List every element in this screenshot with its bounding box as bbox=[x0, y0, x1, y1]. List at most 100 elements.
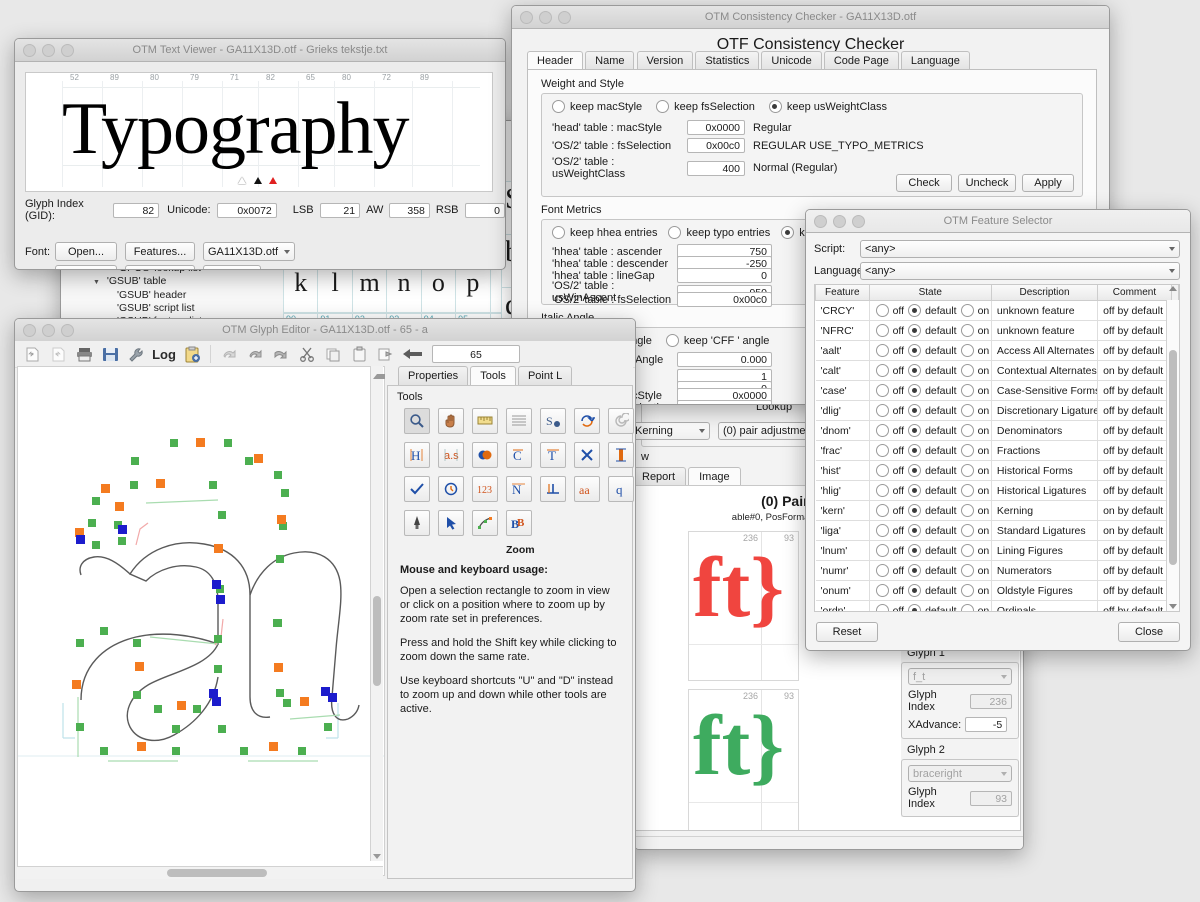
tab-tools[interactable]: Tools bbox=[470, 366, 516, 385]
state-on-radio[interactable] bbox=[960, 604, 974, 611]
keep-typo-radio[interactable] bbox=[668, 226, 682, 239]
state-off-radio[interactable] bbox=[875, 304, 889, 317]
window-controls[interactable] bbox=[814, 215, 865, 228]
apply-button[interactable]: Apply bbox=[1022, 174, 1074, 192]
copy-icon[interactable] bbox=[320, 341, 346, 367]
state-off-radio[interactable] bbox=[875, 484, 889, 497]
head-macstyle-input[interactable]: 0x0000 bbox=[687, 120, 745, 135]
interpolate-tool-icon[interactable]: N bbox=[506, 476, 532, 502]
state-default-radio[interactable] bbox=[908, 584, 922, 597]
keep-macstyle-radio[interactable] bbox=[552, 100, 565, 113]
keep-usweightclass-radio[interactable] bbox=[768, 100, 782, 113]
gid-input[interactable]: 82 bbox=[113, 202, 160, 218]
lookup-type-select[interactable]: Kerning bbox=[635, 422, 710, 440]
history-tool-icon[interactable] bbox=[438, 476, 464, 502]
state-default-radio[interactable] bbox=[908, 424, 922, 437]
state-default-radio[interactable] bbox=[908, 344, 922, 357]
rotate-tool-icon[interactable] bbox=[574, 408, 600, 434]
os2-usweightclass-input[interactable]: 400 bbox=[687, 160, 745, 176]
aw-input[interactable]: 358 bbox=[389, 202, 430, 218]
bluezones-tool-icon[interactable]: BB bbox=[506, 510, 532, 536]
node-edit-tool-icon[interactable] bbox=[472, 510, 498, 536]
state-on-radio[interactable] bbox=[960, 484, 974, 497]
os2-fsselection-input[interactable]: 0x00c0 bbox=[687, 138, 745, 153]
state-on-radio[interactable] bbox=[960, 584, 974, 597]
pair-preview-red[interactable]: 236 93 ft} bbox=[688, 531, 799, 681]
edit-button[interactable]: Edit... bbox=[55, 265, 117, 269]
minimize-button[interactable] bbox=[42, 324, 55, 337]
cell-state[interactable]: off default on bbox=[869, 460, 992, 481]
state-default-radio[interactable] bbox=[908, 484, 922, 497]
cell-state[interactable]: off default on bbox=[869, 500, 992, 521]
zoom-tool-icon[interactable] bbox=[404, 408, 430, 434]
cell-state[interactable]: off default on bbox=[869, 320, 992, 341]
minimize-button[interactable] bbox=[833, 215, 846, 228]
cell-state[interactable]: off default on bbox=[869, 580, 992, 601]
tools-panel[interactable]: Properties Tools Point L Tools S H a.s C… bbox=[385, 366, 634, 879]
state-on-radio[interactable] bbox=[960, 444, 974, 457]
state-default-radio[interactable] bbox=[908, 404, 922, 417]
state-off-radio[interactable] bbox=[875, 444, 889, 457]
state-on-radio[interactable] bbox=[960, 544, 974, 557]
revert-icon[interactable] bbox=[268, 341, 294, 367]
state-on-radio[interactable] bbox=[960, 324, 974, 337]
state-on-radio[interactable] bbox=[960, 424, 974, 437]
tab-name[interactable]: Name bbox=[585, 51, 635, 70]
uncheck-button[interactable]: Uncheck bbox=[958, 174, 1016, 192]
state-default-radio[interactable] bbox=[908, 464, 922, 477]
feature-table[interactable]: Feature State Description Comment 'CRCY'… bbox=[815, 285, 1179, 611]
keep-cff-angle-radio[interactable] bbox=[665, 334, 679, 347]
state-off-radio[interactable] bbox=[875, 404, 889, 417]
settings-wrench-icon[interactable] bbox=[123, 341, 149, 367]
check-tool-icon[interactable] bbox=[404, 476, 430, 502]
table-row[interactable]: 'frac' off default on Fractions off by defaul… bbox=[815, 440, 1179, 461]
rsb-input[interactable]: 0 bbox=[464, 202, 505, 218]
state-on-radio[interactable] bbox=[960, 304, 974, 317]
baseline-tool-icon[interactable] bbox=[540, 476, 566, 502]
glyph-editor-titlebar[interactable]: OTM Glyph Editor - GA11X13D.otf - 65 - a bbox=[15, 319, 635, 342]
cell-state[interactable]: off default on bbox=[869, 600, 992, 611]
cell-state[interactable]: off default on bbox=[869, 380, 992, 401]
tab-header[interactable]: Header bbox=[527, 51, 584, 70]
glyph-outline-canvas[interactable] bbox=[17, 366, 385, 876]
state-on-radio[interactable] bbox=[960, 404, 974, 417]
close-button[interactable] bbox=[23, 44, 36, 57]
glyph1-xadvance-input[interactable]: -5 bbox=[965, 717, 1008, 732]
descender-tool-icon[interactable]: q bbox=[608, 476, 634, 502]
kerning-pair-tool-icon[interactable]: aa bbox=[574, 476, 600, 502]
state-default-radio[interactable] bbox=[908, 304, 922, 317]
cell-state[interactable]: off default on bbox=[869, 560, 992, 581]
paste-special-icon[interactable] bbox=[372, 341, 398, 367]
back-arrow-icon[interactable] bbox=[398, 341, 428, 367]
state-on-radio[interactable] bbox=[960, 524, 974, 537]
cell-state[interactable]: off default on bbox=[869, 520, 992, 541]
zoom-button[interactable] bbox=[852, 215, 865, 228]
cut-icon[interactable] bbox=[294, 341, 320, 367]
pan-hand-tool-icon[interactable] bbox=[438, 408, 464, 434]
window-controls[interactable] bbox=[23, 44, 74, 57]
serif-tool-icon[interactable]: T bbox=[540, 442, 566, 468]
table-row[interactable]: 'numr' off default on Numerators off by defau… bbox=[815, 560, 1179, 581]
glyph-editor-window[interactable]: OTM Glyph Editor - GA11X13D.otf - 65 - a… bbox=[14, 318, 636, 892]
glyph1-name-select[interactable]: f_t bbox=[908, 668, 1012, 685]
state-off-radio[interactable] bbox=[875, 584, 889, 597]
language-select[interactable]: <any> bbox=[860, 262, 1180, 280]
cell-state[interactable]: off default on bbox=[869, 300, 992, 321]
state-off-radio[interactable] bbox=[875, 524, 889, 537]
state-off-radio[interactable] bbox=[875, 364, 889, 377]
tab-properties[interactable]: Properties bbox=[398, 366, 469, 385]
contrast-tool-icon[interactable] bbox=[472, 442, 498, 468]
close-button[interactable] bbox=[520, 11, 533, 24]
glyph-editor-toolbar[interactable]: Log 65 bbox=[15, 341, 635, 368]
table-row[interactable]: 'aalt' off default on Access All Alternates o… bbox=[815, 340, 1179, 361]
state-off-radio[interactable] bbox=[875, 464, 889, 477]
tab-report[interactable]: Report bbox=[635, 467, 687, 486]
cell-state[interactable]: off default on bbox=[869, 440, 992, 461]
state-default-radio[interactable] bbox=[908, 504, 922, 517]
text-viewer-window[interactable]: OTM Text Viewer - GA11X13D.otf - Grieks … bbox=[14, 38, 506, 270]
pen-tool-icon[interactable] bbox=[404, 510, 430, 536]
state-off-radio[interactable] bbox=[875, 344, 889, 357]
cell-state[interactable]: off default on bbox=[869, 420, 992, 441]
table-row[interactable]: 'calt' off default on Contextual Alternates o… bbox=[815, 360, 1179, 381]
state-off-radio[interactable] bbox=[875, 564, 889, 577]
